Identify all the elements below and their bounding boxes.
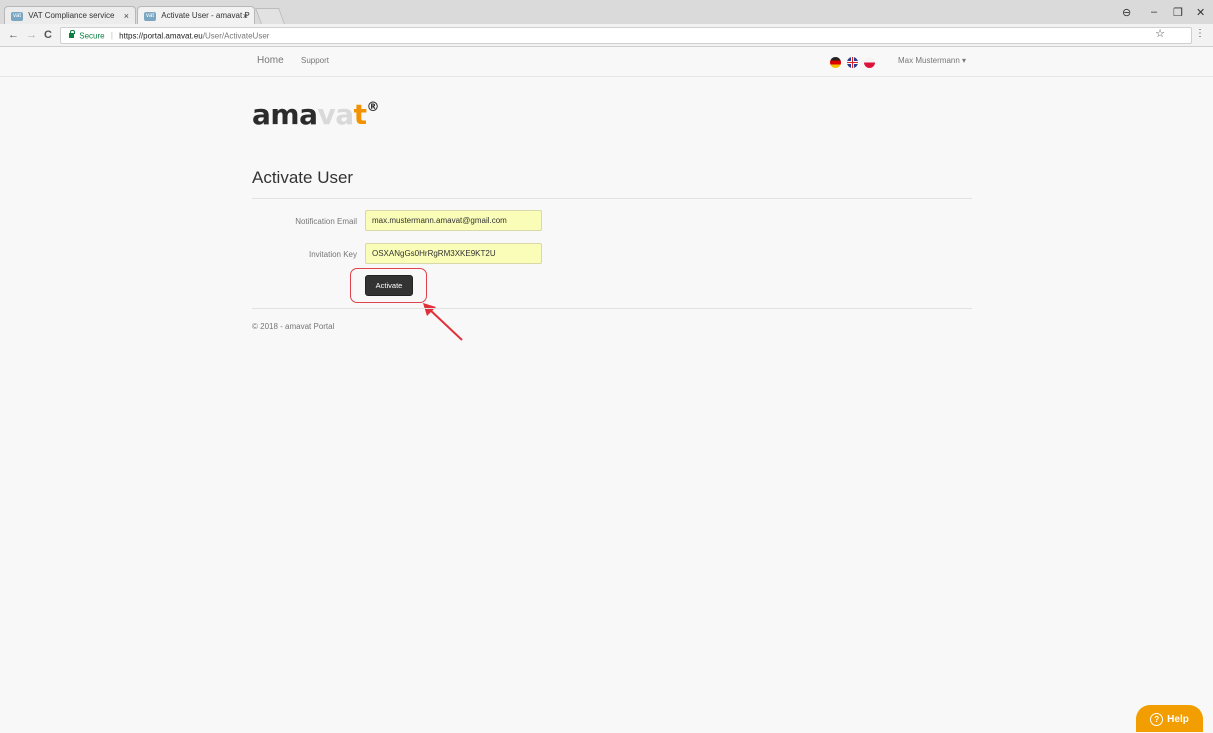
browser-toolbar: ← → C Secure | https://portal.amavat.eu/… <box>0 24 1213 47</box>
nav-support-link[interactable]: Support <box>301 56 329 65</box>
activate-button[interactable]: Activate <box>365 275 413 296</box>
restore-icon[interactable]: ❐ <box>1173 6 1183 19</box>
profile-icon[interactable]: ⊖ <box>1122 6 1131 19</box>
forward-icon[interactable]: → <box>26 28 37 42</box>
flag-pl-icon[interactable] <box>864 57 875 68</box>
help-label: Help <box>1167 714 1189 725</box>
tab-title: Activate User - amavat P <box>161 11 250 20</box>
tab-vat-compliance[interactable]: vat VAT Compliance service × <box>4 6 136 24</box>
amavat-logo: amavat® <box>252 98 380 131</box>
favicon-icon: vat <box>11 11 24 21</box>
invitation-key-label: Invitation Key <box>308 250 357 259</box>
page-title: Activate User <box>252 168 354 187</box>
tab-title: VAT Compliance service <box>28 11 115 20</box>
caret-down-icon: ▾ <box>962 56 967 65</box>
new-tab-button[interactable] <box>255 8 285 24</box>
user-name: Max Mustermann <box>898 56 960 65</box>
site-navbar: Home Support Max Mustermann ▾ <box>0 47 1213 77</box>
bookmark-star-icon[interactable]: ☆ <box>1155 27 1165 42</box>
tab-activate-user[interactable]: vat Activate User - amavat P × <box>137 6 255 24</box>
flag-de-icon[interactable] <box>830 57 841 68</box>
footer-copyright: © 2018 - amavat Portal <box>252 322 335 331</box>
back-icon[interactable]: ← <box>8 28 19 42</box>
flag-uk-icon[interactable] <box>847 57 858 68</box>
url-host: https://portal.amavat.eu <box>119 31 203 41</box>
reload-icon[interactable]: C <box>44 28 52 42</box>
pointer-arrow-annotation <box>423 303 463 341</box>
secure-label: Secure <box>79 31 105 41</box>
favicon-icon: vat <box>144 11 157 21</box>
window-close-icon[interactable]: ✕ <box>1196 6 1205 19</box>
browser-tab-bar: vat VAT Compliance service × vat Activat… <box>0 0 1213 24</box>
tab-close-icon[interactable]: × <box>243 7 248 24</box>
lock-icon <box>69 30 75 39</box>
url-path: /User/ActivateUser <box>202 31 270 41</box>
divider <box>252 198 972 199</box>
invitation-key-field[interactable] <box>365 243 542 264</box>
address-separator: | <box>110 31 113 41</box>
notification-email-field[interactable] <box>365 210 542 231</box>
notification-email-label: Notification Email <box>295 217 357 226</box>
question-icon: ? <box>1150 713 1164 726</box>
address-bar[interactable]: Secure | https://portal.amavat.eu/User/A… <box>60 27 1192 44</box>
help-button[interactable]: ? Help <box>1136 705 1203 732</box>
divider <box>252 308 972 309</box>
browser-menu-icon[interactable]: ⋮ <box>1195 28 1205 39</box>
tab-close-icon[interactable]: × <box>124 7 129 24</box>
user-menu-dropdown[interactable]: Max Mustermann ▾ <box>898 56 966 65</box>
minimize-icon[interactable]: – <box>1151 6 1157 18</box>
nav-home-link[interactable]: Home <box>257 55 284 66</box>
